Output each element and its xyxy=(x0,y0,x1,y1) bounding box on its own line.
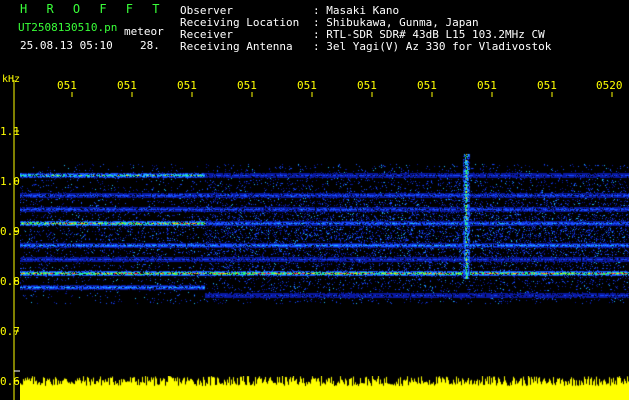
y-tick-label: 0.8 xyxy=(0,275,20,288)
info-value-antenna: : 3el Yagi(V) Az 330 for Vladivostok xyxy=(313,40,552,53)
info-label-location: Receiving Location xyxy=(180,16,300,29)
x-tick-label: 051 xyxy=(357,79,377,92)
info-label-receiver: Receiver xyxy=(180,28,233,41)
y-tick-label: 0.6 xyxy=(0,375,20,388)
signal-strength-bar xyxy=(20,376,629,400)
info-value-receiver: : RTL-SDR SDR# 43dB L15 103.2MHz CW xyxy=(313,28,545,41)
x-tick-label: 0520 xyxy=(596,79,623,92)
x-tick-label: 051 xyxy=(477,79,497,92)
mode-label: meteor xyxy=(124,25,164,38)
filename-label: UT2508130510.pn xyxy=(18,21,118,34)
x-tick-label: 051 xyxy=(117,79,137,92)
x-tick-label: 051 xyxy=(297,79,317,92)
app-title: H R O F F T xyxy=(20,2,166,16)
y-tick-label: 0.7 xyxy=(0,325,20,338)
spectrogram xyxy=(20,99,629,380)
y-axis-unit: kHz xyxy=(2,74,21,85)
info-label-observer: Observer xyxy=(180,4,233,17)
info-value-observer: : Masaki Kano xyxy=(313,4,400,17)
x-tick-label: 051 xyxy=(177,79,197,92)
info-value-location: : Shibukawa, Gunma, Japan xyxy=(313,16,479,29)
count-label: 28. xyxy=(140,39,160,52)
x-tick-label: 051 xyxy=(57,79,77,92)
y-tick-label: 1.1 xyxy=(0,125,20,138)
x-tick-label: 051 xyxy=(237,79,257,92)
info-label-antenna: Receiving Antenna xyxy=(180,40,293,53)
x-tick-label: 051 xyxy=(537,79,557,92)
y-tick-label: 1.0 xyxy=(0,175,20,188)
y-tick-label: 0.9 xyxy=(0,225,20,238)
x-tick-label: 051 xyxy=(417,79,437,92)
datetime-label: 25.08.13 05:10 xyxy=(20,39,113,52)
